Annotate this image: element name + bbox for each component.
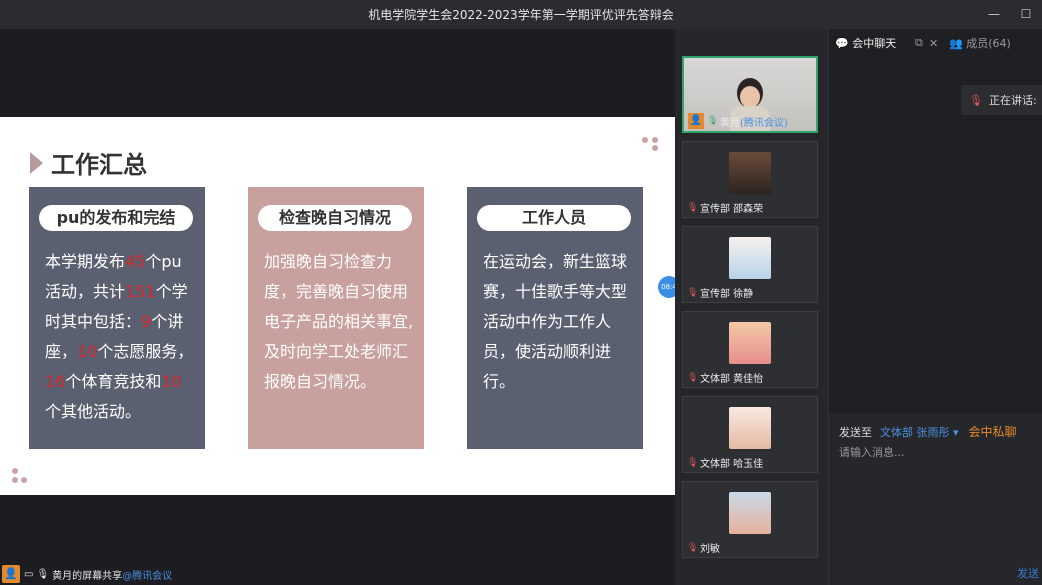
send-button[interactable]: 发送 [1017, 565, 1039, 581]
card-header: 工作人员 [477, 205, 631, 231]
window-title: 机电学院学生会2022-2023学年第一学期评优评先答辩会 [368, 8, 674, 22]
participant-label: 🎙 刘敏 [687, 542, 720, 556]
speaking-indicator: 🎙 正在讲话: [961, 85, 1042, 115]
participant-label: 🎙 文体部 黄佳怡 [687, 372, 764, 386]
chat-compose: 发送至 文体部 张雨彤 ▾ 会中私聊 请输入消息... 发送 [829, 413, 1042, 585]
avatar [729, 237, 771, 279]
participant-label: 🎙 宣传部 邵森荣 [687, 202, 764, 216]
tab-chat[interactable]: 💬 会中聊天 [835, 35, 896, 51]
brand-text: @腾讯会议 [122, 570, 173, 582]
participant-tile[interactable]: 🎙 刘敏 [682, 481, 818, 558]
avatar [729, 407, 771, 449]
microphone-muted-icon: 🎙 [969, 93, 983, 107]
participant-tile[interactable]: 🎙 宣传部 邵森荣 [682, 141, 818, 218]
message-input[interactable]: 请输入消息... [839, 444, 905, 460]
participant-label: 🎙 宣传部 徐静 [687, 287, 754, 301]
host-icon: 👤 [688, 113, 704, 129]
chat-tabs: 💬 会中聊天 ⧉ ✕ 👥 成员(64) [829, 29, 1042, 57]
close-icon[interactable]: ✕ [929, 37, 938, 50]
participant-tile[interactable]: 🎙 文体部 黄佳怡 [682, 311, 818, 388]
triangle-marker-icon [30, 151, 43, 174]
avatar [729, 152, 771, 194]
send-to-row: 发送至 文体部 张雨彤 ▾ 会中私聊 [839, 423, 1017, 440]
microphone-icon: 🎙 [707, 116, 719, 126]
bottom-status-bar: 👤 ▭ 🎙 黄月的屏幕共享 @腾讯会议 [0, 563, 675, 585]
slide-title-text: 工作汇总 [51, 151, 147, 179]
card-body: 本学期发布45个pu活动，共计151个学时其中包括：9个讲座，10个志愿服务，1… [45, 252, 194, 421]
summary-card-study-check: 检查晚自习情况 加强晚自习检查力度，完善晚自习使用电子产品的相关事宜,及时向学工… [248, 187, 424, 449]
user-icon: 👤 [2, 565, 20, 583]
share-text: 黄月的屏幕共享 [52, 570, 123, 582]
popout-icon[interactable]: ⧉ [915, 36, 923, 50]
chat-panel: 💬 会中聊天 ⧉ ✕ 👥 成员(64) 🎙 正在讲话: 发送至 文体部 张雨彤 … [828, 29, 1042, 585]
slide-title: 工作汇总 [30, 145, 147, 180]
participant-label: 👤 🎙 黄月 (腾讯会议) [688, 113, 788, 129]
summary-card-staff: 工作人员 在运动会，新生篮球赛，十佳歌手等大型活动中作为工作人员，使活动顺利进行… [467, 187, 643, 449]
screen-share-indicator[interactable]: 👤 ▭ 🎙 黄月的屏幕共享 @腾讯会议 [2, 565, 172, 583]
avatar [729, 492, 771, 534]
tab-members[interactable]: 👥 成员(64) [949, 35, 1011, 51]
minimize-icon[interactable]: — [986, 6, 1002, 22]
microphone-muted-icon: 🎙 [687, 287, 699, 298]
private-chat-label[interactable]: 会中私聊 [969, 423, 1017, 440]
shared-slide: 工作汇总 pu的发布和完结 本学期发布45个pu活动，共计151个学时其中包括：… [0, 117, 675, 495]
recipient-select[interactable]: 文体部 张雨彤 ▾ [880, 424, 959, 440]
microphone-muted-icon: 🎙 [687, 457, 699, 468]
summary-card-pu: pu的发布和完结 本学期发布45个pu活动，共计151个学时其中包括：9个讲座，… [29, 187, 205, 449]
window-titlebar: 机电学院学生会2022-2023学年第一学期评优评先答辩会 — ☐ [0, 0, 1042, 29]
microphone-muted-icon: 🎙 [687, 542, 699, 553]
microphone-muted-icon: 🎙 [687, 372, 699, 383]
avatar [729, 322, 771, 364]
maximize-icon[interactable]: ☐ [1018, 6, 1034, 22]
card-header: 检查晚自习情况 [258, 205, 412, 231]
participant-label: 🎙 文体部 哈玉佳 [687, 457, 764, 471]
screen-icon: ▭ [24, 568, 34, 580]
participant-list: 👤 🎙 黄月 (腾讯会议) 🎙 宣传部 邵森荣 🎙 宣传部 徐静 🎙 文体部 黄佳怡 🎙… [675, 29, 828, 585]
card-body: 加强晚自习检查力度，完善晚自习使用电子产品的相关事宜,及时向学工处老师汇报晚自习… [264, 252, 414, 391]
card-header: pu的发布和完结 [39, 205, 193, 231]
participant-tile[interactable]: 🎙 文体部 哈玉佳 [682, 396, 818, 473]
microphone-icon: 🎙 [36, 568, 50, 580]
microphone-muted-icon: 🎙 [687, 202, 699, 213]
card-body: 在运动会，新生篮球赛，十佳歌手等大型活动中作为工作人员，使活动顺利进行。 [483, 252, 628, 391]
participant-tile[interactable]: 🎙 宣传部 徐静 [682, 226, 818, 303]
participant-tile[interactable]: 👤 🎙 黄月 (腾讯会议) [682, 56, 818, 133]
